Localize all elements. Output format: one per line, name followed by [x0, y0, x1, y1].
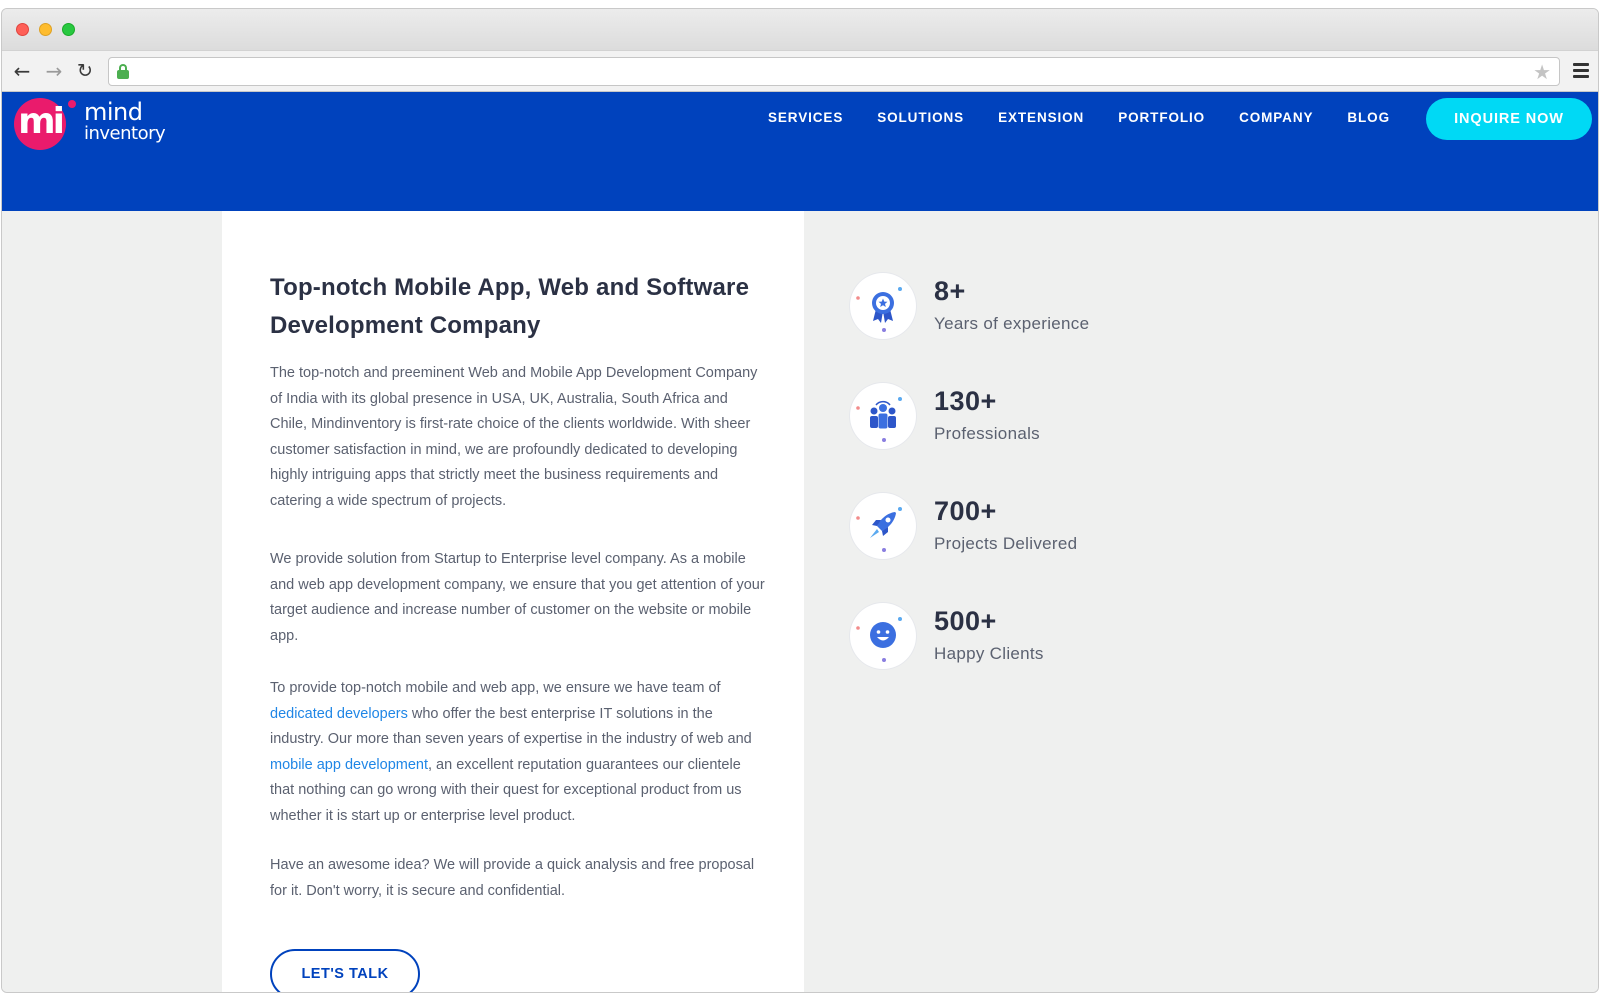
stat-value-clients: 500+ [934, 606, 997, 636]
dedicated-developers-link[interactable]: dedicated developers [270, 706, 408, 722]
browser-window: ← → ↻ ★ mi mind inventory SERVICES SOLUT… [0, 0, 1600, 1000]
stat-label-projects: Projects Delivered [934, 534, 1078, 553]
hamburger-menu-icon[interactable] [1570, 60, 1592, 82]
stat-label-experience: Years of experience [934, 314, 1090, 333]
stat-value-projects: 700+ [934, 496, 997, 526]
solutions-paragraph: We provide solution from Startup to Ente… [270, 551, 765, 644]
idea-paragraph: Have an awesome idea? We will provide a … [270, 857, 755, 899]
nav-company[interactable]: COMPANY [1239, 108, 1313, 128]
team-icon [850, 383, 916, 449]
page-headline: Top-notch Mobile App, Web and Software D… [270, 274, 750, 339]
main-nav: SERVICES SOLUTIONS EXTENSION PORTFOLIO C… [768, 108, 1424, 128]
window-frame: ← → ↻ ★ mi mind inventory SERVICES SOLUT… [1, 8, 1599, 993]
stat-professionals: 130+ Professionals [850, 383, 1170, 453]
nav-blog[interactable]: BLOG [1347, 108, 1390, 128]
stat-experience: 8+ Years of experience [850, 273, 1170, 343]
mindinventory-logo[interactable]: mi mind inventory [14, 98, 174, 150]
reload-icon[interactable]: ↻ [73, 59, 97, 83]
nav-solutions[interactable]: SOLUTIONS [877, 108, 964, 128]
minimize-window-button[interactable] [39, 23, 52, 36]
intro-paragraph: The top-notch and preeminent Web and Mob… [270, 365, 758, 509]
browser-toolbar: ← → ↻ ★ [2, 50, 1598, 92]
logo-text-mind: mind [84, 98, 143, 126]
zoom-window-button[interactable] [62, 23, 75, 36]
lets-talk-button[interactable]: LET'S TALK [270, 949, 420, 992]
lock-icon [117, 64, 129, 80]
smiley-icon [850, 603, 916, 669]
team-paragraph: To provide top-notch mobile and web app,… [270, 676, 765, 829]
logo-dot [68, 100, 76, 108]
rocket-icon [850, 493, 916, 559]
stat-projects: 700+ Projects Delivered [850, 493, 1170, 563]
mobile-app-development-link[interactable]: mobile app development [270, 757, 428, 773]
team-paragraph-part1: To provide top-notch mobile and web app,… [270, 680, 721, 696]
nav-portfolio[interactable]: PORTFOLIO [1118, 108, 1205, 128]
stat-value-experience: 8+ [934, 276, 966, 306]
award-icon [850, 273, 916, 339]
address-bar[interactable]: ★ [108, 57, 1560, 86]
bookmark-star-icon[interactable]: ★ [1533, 60, 1551, 84]
nav-services[interactable]: SERVICES [768, 108, 843, 128]
close-window-button[interactable] [16, 23, 29, 36]
site-header: mi mind inventory SERVICES SOLUTIONS EXT… [2, 92, 1598, 211]
stat-value-professionals: 130+ [934, 386, 997, 416]
inquire-now-button[interactable]: INQUIRE NOW [1426, 98, 1592, 140]
logo-text-inventory: inventory [84, 123, 166, 144]
content-area: Top-notch Mobile App, Web and Software D… [2, 211, 1598, 992]
title-bar [2, 9, 1598, 50]
stat-clients: 500+ Happy Clients [850, 603, 1170, 673]
logo-mark: mi [14, 98, 66, 150]
stat-label-clients: Happy Clients [934, 644, 1044, 663]
forward-arrow-icon[interactable]: → [42, 59, 66, 83]
about-card: Top-notch Mobile App, Web and Software D… [222, 211, 804, 992]
stat-label-professionals: Professionals [934, 424, 1040, 443]
back-arrow-icon[interactable]: ← [10, 59, 34, 83]
nav-extension[interactable]: EXTENSION [998, 108, 1084, 128]
